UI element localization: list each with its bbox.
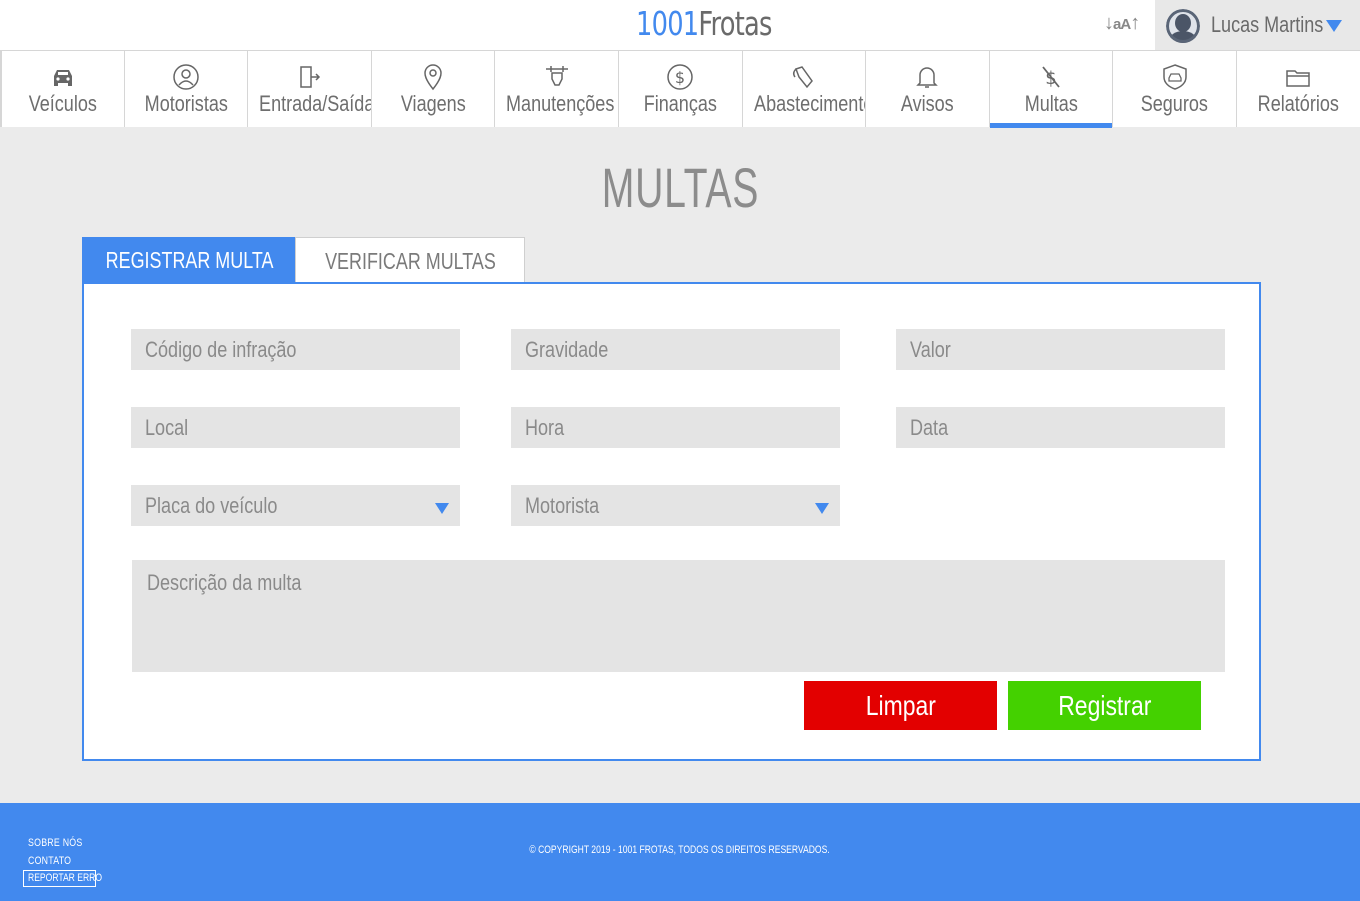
footer: SOBRE NÓS CONTATO REPORTAR ERRO © COPYRI… — [0, 803, 1360, 901]
location-field[interactable]: Local — [131, 407, 460, 448]
vehicle-plate-select[interactable]: Placa do veículo — [131, 485, 460, 526]
dollar-coin-icon: $ — [666, 63, 694, 91]
report-error-button[interactable]: REPORTAR ERRO — [23, 870, 102, 887]
nav-label: Finanças — [643, 91, 717, 116]
nav-item-multas[interactable]: $ Multas — [988, 51, 1113, 128]
user-name: Lucas Martins — [1211, 12, 1324, 37]
nav-item-motoristas[interactable]: Motoristas — [123, 51, 248, 127]
nav-label: Entrada/Saída — [259, 91, 375, 116]
main-nav: Veículos Motoristas Entrada/Saída Viagen… — [0, 50, 1360, 128]
nav-label: Veículos — [28, 91, 97, 116]
brand-name: Frotas — [698, 4, 772, 43]
font-size-toggle[interactable]: ↓aA↑ — [1104, 12, 1140, 35]
time-field[interactable]: Hora — [511, 407, 840, 448]
nav-label: Manutenções — [506, 91, 615, 116]
nav-item-veiculos[interactable]: Veículos — [0, 51, 124, 127]
infraction-code-field[interactable]: Código de infração — [131, 329, 460, 370]
description-textarea[interactable]: Descrição da multa — [132, 560, 1225, 672]
nav-item-viagens[interactable]: Viagens — [370, 51, 495, 127]
tab-registrar-multa[interactable]: REGISTRAR MULTA — [82, 237, 295, 283]
font-size-label: aA — [1113, 16, 1131, 33]
nav-label: Viagens — [400, 91, 466, 116]
car-icon — [49, 63, 77, 91]
nav-item-abastecimento[interactable]: Abastecimento — [741, 51, 873, 127]
bell-icon — [913, 63, 941, 91]
user-menu[interactable]: Lucas Martins — [1155, 0, 1360, 50]
nav-label: Relatórios — [1257, 91, 1339, 116]
nav-label: Avisos — [901, 91, 954, 116]
arrow-up-icon: ↑ — [1130, 12, 1140, 34]
nav-item-entrada-saida[interactable]: Entrada/Saída — [247, 51, 375, 127]
chevron-down-icon — [435, 503, 449, 514]
svg-text:$: $ — [675, 68, 685, 87]
tab-verificar-multas[interactable]: VERIFICAR MULTAS — [295, 237, 525, 283]
active-indicator — [989, 123, 1113, 128]
wrench-hand-icon — [543, 63, 571, 91]
chevron-down-icon — [815, 503, 829, 514]
fuel-nozzle-icon — [790, 63, 818, 91]
driver-icon — [172, 63, 200, 91]
map-pin-icon — [419, 63, 447, 91]
nav-item-financas[interactable]: $ Finanças — [617, 51, 742, 127]
nav-item-manutencoes[interactable]: Manutenções — [494, 51, 618, 127]
nav-label: Seguros — [1141, 91, 1209, 116]
value-field[interactable]: Valor — [896, 329, 1225, 370]
brand-number: 1001 — [636, 4, 699, 43]
arrow-down-icon: ↓ — [1104, 12, 1114, 34]
nav-item-avisos[interactable]: Avisos — [865, 51, 989, 127]
clear-button[interactable]: Limpar — [804, 681, 997, 730]
nav-item-relatorios[interactable]: Relatórios — [1235, 51, 1360, 127]
date-field[interactable]: Data — [896, 407, 1225, 448]
dollar-slash-icon: $ — [1037, 63, 1065, 91]
nav-label: Motoristas — [144, 91, 228, 116]
register-button[interactable]: Registrar — [1008, 681, 1201, 730]
driver-select[interactable]: Motorista — [511, 485, 840, 526]
page-title: MULTAS — [601, 156, 759, 219]
severity-field[interactable]: Gravidade — [511, 329, 840, 370]
nav-label: Abastecimento — [753, 91, 873, 116]
footer-link-contact[interactable]: CONTATO — [28, 855, 71, 867]
door-exit-icon — [295, 63, 323, 91]
folder-icon — [1284, 63, 1312, 91]
avatar — [1166, 9, 1200, 43]
copyright: © COPYRIGHT 2019 - 1001 FROTAS, TODOS OS… — [529, 844, 831, 856]
brand-logo[interactable]: 1001Frotas — [636, 4, 772, 43]
nav-item-seguros[interactable]: Seguros — [1112, 51, 1236, 127]
insured-car-icon — [1161, 63, 1189, 91]
chevron-down-icon[interactable] — [1326, 20, 1342, 32]
header: 1001Frotas ↓aA↑ Lucas Martins — [0, 0, 1360, 50]
nav-label: Multas — [1024, 91, 1078, 116]
